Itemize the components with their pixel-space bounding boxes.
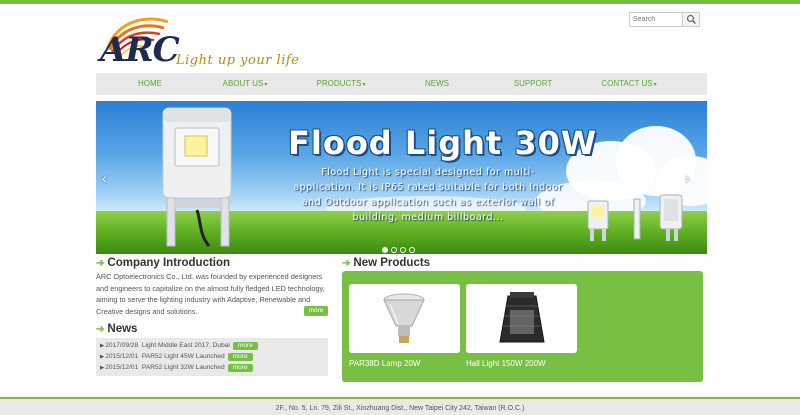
flood-light-variants-image	[587, 194, 683, 241]
par38d-lamp-image	[383, 293, 425, 343]
double-arrow-icon: ➔	[96, 324, 105, 335]
banner-dot-1[interactable]	[382, 247, 388, 253]
nav-item-label: NEWS	[425, 79, 449, 88]
chevron-down-icon: ▾	[362, 82, 366, 88]
products-title: New Products	[353, 257, 431, 269]
news-item[interactable]: ▶2015/12/01 PAR52 Light 45W Launched more	[100, 352, 253, 362]
intro-text: ARC Optoelectronics Co., Ltd. was founde…	[96, 272, 325, 316]
logo-tagline: Light up your life	[176, 53, 300, 68]
top-accent-bar	[0, 0, 800, 4]
triangle-right-icon: ▶	[100, 365, 105, 371]
news-title: News	[107, 323, 138, 335]
search-icon	[686, 14, 696, 24]
chevron-down-icon: ▾	[264, 82, 268, 88]
news-more-button[interactable]: more	[227, 364, 253, 372]
products-heading: ➔ New Products	[342, 257, 430, 269]
nav-item-label: SUPPORT	[513, 79, 553, 88]
double-arrow-icon: ➔	[342, 258, 351, 269]
product-name[interactable]: Hall Light 150W 200W	[466, 359, 546, 368]
intro-title: Company Introduction	[107, 257, 231, 269]
banner-description: Flood Light is special designed for mult…	[293, 167, 563, 223]
news-headline: PAR52 Light 45W Launched	[141, 353, 225, 360]
flood-light-image	[162, 107, 232, 247]
triangle-right-icon: ▶	[100, 354, 105, 360]
search-input[interactable]	[633, 13, 681, 26]
news-date: 2017/09/28	[105, 342, 139, 349]
news-list: ▶2017/09/28 Light Middle East 2017, Duba…	[96, 338, 328, 376]
nav-item-home[interactable]: HOME	[96, 73, 204, 95]
double-arrow-icon: ➔	[96, 258, 105, 269]
banner-dot-2[interactable]	[391, 247, 397, 253]
banner-prev-arrow-icon[interactable]: ‹	[102, 170, 107, 186]
new-products-panel: PAR38D Lamp 20W Hall Light 150W 200W	[342, 271, 703, 382]
banner-dot-3[interactable]	[400, 247, 406, 253]
news-date: 2015/12/01	[105, 364, 139, 371]
product-card-hall-light[interactable]	[466, 284, 577, 353]
nav-item-about-us[interactable]: ABOUT US▾	[194, 73, 296, 95]
banner-dot-4[interactable]	[409, 247, 415, 253]
triangle-right-icon: ▶	[100, 343, 105, 349]
nav-item-label: CONTACT US	[601, 79, 653, 88]
nav-item-label: HOME	[138, 79, 162, 88]
chevron-down-icon: ▾	[653, 82, 657, 88]
product-card-par38d[interactable]	[349, 284, 460, 353]
site-logo[interactable]: ARC Light up your life	[98, 12, 300, 72]
footer-address: 2F., No. 5, Ln. 79, Zili St., Xinzhuang …	[275, 405, 525, 412]
nav-item-contact-us[interactable]: CONTACT US▾	[578, 73, 680, 95]
nav-item-support[interactable]: SUPPORT	[482, 73, 584, 95]
news-headline: PAR52 Light 32W Launched	[141, 364, 225, 371]
news-heading: ➔ News	[96, 323, 137, 335]
nav-item-news[interactable]: NEWS	[386, 73, 488, 95]
nav-item-label: ABOUT US	[222, 79, 264, 88]
footer: 2F., No. 5, Ln. 79, Zili St., Xinzhuang …	[0, 397, 800, 415]
intro-more-button[interactable]: more	[304, 306, 328, 316]
nav-item-label: PRODUCTS	[316, 79, 362, 88]
nav-item-products[interactable]: PRODUCTS▾	[290, 73, 392, 95]
banner-title: Flood Light 30W	[288, 124, 598, 162]
main-nav: HOME ABOUT US▾ PRODUCTS▾ NEWS SUPPORT CO…	[96, 73, 707, 95]
product-name[interactable]: PAR38D Lamp 20W	[349, 359, 420, 368]
intro-heading: ➔ Company Introduction	[96, 257, 230, 269]
news-headline: Light Middle East 2017, Dubai	[141, 342, 230, 349]
news-item[interactable]: ▶2015/12/01 PAR52 Light 32W Launched more	[100, 363, 253, 373]
banner-next-arrow-icon[interactable]: ›	[685, 170, 690, 186]
logo-text: ARC	[100, 30, 180, 70]
news-more-button[interactable]: more	[227, 353, 253, 361]
news-more-button[interactable]: more	[232, 342, 258, 350]
search-box	[629, 12, 700, 27]
hero-banner[interactable]: Flood Light 30W Flood Light is special d…	[96, 101, 707, 254]
news-item[interactable]: ▶2017/09/28 Light Middle East 2017, Duba…	[100, 341, 258, 351]
banner-pagination	[382, 240, 418, 253]
news-date: 2015/12/01	[105, 353, 139, 360]
hall-light-image	[499, 292, 545, 343]
search-button[interactable]	[682, 13, 699, 26]
